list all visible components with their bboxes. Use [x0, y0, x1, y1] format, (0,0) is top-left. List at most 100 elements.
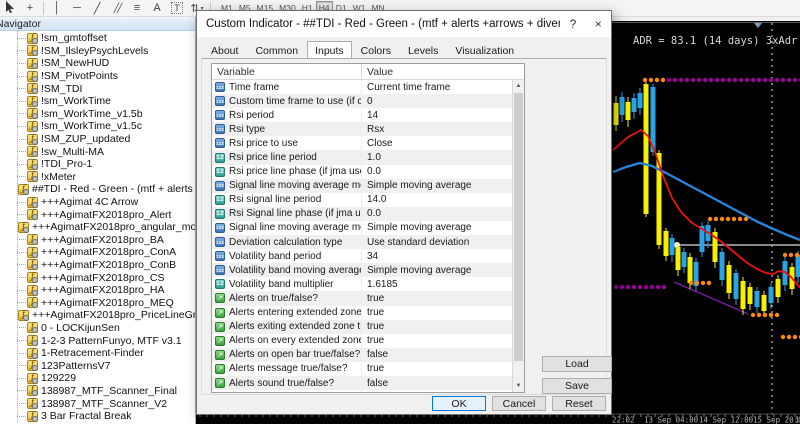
param-row[interactable]: ↗Alerts on open bar true/false?false — [212, 348, 512, 362]
tree-connector — [17, 88, 26, 89]
navigator-item[interactable]: ƒ+++AgimatFX2018pro_BA — [0, 234, 195, 247]
navigator-panel: Navigator ƒ!sm_gmtoffsetƒ!SM_IlsleyPsych… — [0, 17, 196, 424]
param-row[interactable]: ↗Alerts exiting extended zone true/false… — [212, 320, 512, 334]
load-button[interactable]: Load — [542, 356, 612, 372]
text-tool[interactable]: A — [147, 1, 167, 16]
navigator-item[interactable]: ƒ+++AgimatFX2018pro_CS — [0, 271, 195, 284]
param-row[interactable]: 123Deviation calculation typeUse standar… — [212, 235, 512, 249]
tab-levels[interactable]: Levels — [400, 42, 446, 59]
navigator-item[interactable]: ƒ!sm_WorkTime_v1.5c — [0, 120, 195, 133]
navigator-item[interactable]: ƒ129229 — [0, 372, 195, 385]
purple-signal-dot — [650, 285, 654, 289]
param-row[interactable]: 123Signal line moving average methodSimp… — [212, 179, 512, 193]
navigator-item[interactable]: ƒ!sm_gmtoffset — [0, 32, 195, 45]
purple-signal-dot — [662, 285, 666, 289]
tab-colors[interactable]: Colors — [353, 42, 399, 59]
navigator-item[interactable]: ƒ+++AgimatFX2018pro_ConA — [0, 246, 195, 259]
navigator-item[interactable]: ƒ3 Bar Fractal Break — [0, 410, 195, 423]
navigator-item[interactable]: ƒ!sm_WorkTime — [0, 95, 195, 108]
navigator-item[interactable]: ƒ!TDI_Pro-1 — [0, 158, 195, 171]
tab-visualization[interactable]: Visualization — [447, 42, 522, 59]
dialog-titlebar[interactable]: Custom Indicator - ##TDI - Red - Green -… — [197, 11, 611, 37]
candle-body — [741, 281, 746, 309]
param-value: Simple moving average — [361, 221, 512, 235]
navigator-item[interactable]: ƒ!sm_WorkTime_v1.5b — [0, 108, 195, 121]
navigator-item[interactable]: ƒ0 - LOCKijunSen — [0, 322, 195, 335]
param-row[interactable]: ↗Alerts message true/false?true — [212, 362, 512, 376]
param-row[interactable]: ↗Alerts on true/false?true — [212, 291, 512, 305]
tab-inputs[interactable]: Inputs — [307, 41, 352, 58]
param-row[interactable]: 123Volatility band period34 — [212, 249, 512, 263]
candle-body — [638, 93, 643, 108]
navigator-item[interactable]: ƒ+++AgimatFX2018pro_angular_moment — [0, 221, 195, 234]
reset-button[interactable]: Reset — [552, 396, 606, 411]
param-row[interactable]: 1.2Volatility band multiplier1.6185 — [212, 277, 512, 291]
param-row[interactable]: ↗Alerts on every extended zone breaktrue — [212, 334, 512, 348]
candle-body — [632, 98, 637, 112]
navigator-item[interactable]: ƒ!sw_Multi-MA — [0, 145, 195, 158]
crosshair-tool[interactable]: + — [20, 1, 40, 16]
navigator-item[interactable]: ƒ123PatternsV7 — [0, 359, 195, 372]
navigator-item[interactable]: ƒ!SM_NewHUD — [0, 57, 195, 70]
param-variable-label: Signal line moving average method — [229, 180, 361, 191]
tab-about[interactable]: About — [203, 42, 246, 59]
indicator-function-icon: ƒ — [27, 247, 38, 258]
param-row[interactable]: ↗Alerts sound true/false?false — [212, 376, 512, 390]
navigator-item[interactable]: ƒ1-Retracement-Finder — [0, 347, 195, 360]
purple-signal-dot — [638, 285, 642, 289]
navigator-item[interactable]: ƒ+++AgimatFX2018pro_ConB — [0, 259, 195, 272]
trendline-tool[interactable]: ╱ — [87, 1, 107, 16]
ok-button[interactable]: OK — [432, 396, 486, 411]
navigator-item[interactable]: ƒ+++AgimatFX2018pro_MEQ — [0, 296, 195, 309]
fibonacci-tool[interactable]: ≡ — [127, 1, 147, 16]
param-row[interactable]: 123Volatility band moving average method… — [212, 263, 512, 277]
navigator-item[interactable]: ƒ##TDI - Red - Green - (mtf + alerts +ar… — [0, 183, 195, 196]
channel-tool[interactable]: ╱╱ — [107, 1, 127, 16]
navigator-item-label: +++AgimatFX2018pro_MEQ — [41, 297, 174, 309]
navigator-item[interactable]: ƒ!xMeter — [0, 171, 195, 184]
cursor-tool[interactable] — [0, 1, 20, 16]
navigator-item[interactable]: ƒ+++AgimatFX2018pro_PriceLineGrid — [0, 309, 195, 322]
param-row[interactable]: 1.2Rsi Signal line phase (if jma used)0.… — [212, 207, 512, 221]
param-row[interactable]: 123Signal line moving average methodSimp… — [212, 221, 512, 235]
navigator-item-label: !sm_WorkTime_v1.5c — [41, 120, 142, 132]
param-row[interactable]: 123Time frameCurrent time frame — [212, 80, 512, 94]
close-button[interactable]: × — [586, 17, 611, 31]
param-type-int-icon: 123 — [215, 82, 225, 92]
dialog-button-row: OK Cancel Reset — [432, 396, 606, 411]
navigator-item[interactable]: ƒ!SM_PivotPoints — [0, 70, 195, 83]
param-row[interactable]: ↗Alerts entering extended zone true/fal.… — [212, 306, 512, 320]
param-row[interactable]: 1.2Rsi signal line period14.0 — [212, 193, 512, 207]
param-row[interactable]: 123Rsi price to useClose — [212, 136, 512, 150]
param-row[interactable]: 123Rsi period14 — [212, 108, 512, 122]
orange-signal-dot — [701, 281, 705, 285]
param-row[interactable]: 123Custom time frame to use (if custom t… — [212, 94, 512, 108]
scrollbar-thumb[interactable] — [514, 93, 523, 361]
help-button[interactable]: ? — [560, 17, 585, 31]
navigator-item[interactable]: ƒ!SM_TDI — [0, 82, 195, 95]
orange-signal-dot — [744, 217, 748, 221]
scroll-down-icon[interactable]: ▼ — [513, 380, 524, 392]
navigator-item[interactable]: ƒ138987_MTF_Scanner_Final — [0, 385, 195, 398]
tree-connector — [17, 290, 26, 291]
tab-common[interactable]: Common — [247, 42, 306, 59]
param-row[interactable]: ↗ — [212, 390, 512, 392]
navigator-item[interactable]: ƒ+++AgimatFX2018pro_HA — [0, 284, 195, 297]
param-row[interactable]: 1.2Rsi price line period1.0 — [212, 150, 512, 164]
horizontal-line-tool[interactable]: ─ — [67, 1, 87, 16]
navigator-item[interactable]: ƒ138987_MTF_Scanner_V2 — [0, 397, 195, 410]
navigator-item[interactable]: ƒ+++AgimatFX2018pro_Alert — [0, 208, 195, 221]
param-row[interactable]: 1.2Rsi price line phase (if jma used)0.0 — [212, 165, 512, 179]
table-scrollbar[interactable]: ▲ ▼ — [512, 80, 524, 392]
vertical-line-tool[interactable]: │ — [47, 1, 67, 16]
navigator-item[interactable]: ƒ+++Agimat 4C Arrow — [0, 196, 195, 209]
navigator-item[interactable]: ƒ!SM_IlsleyPsychLevels — [0, 45, 195, 58]
navigator-item[interactable]: ƒ1-2-3 PatternFunyo, MTF v3.1 — [0, 334, 195, 347]
param-row[interactable]: 123Rsi typeRsx — [212, 122, 512, 136]
cancel-button[interactable]: Cancel — [492, 396, 546, 411]
label-tool[interactable]: T — [167, 1, 187, 16]
save-button[interactable]: Save — [542, 378, 612, 394]
navigator-item[interactable]: ƒ!SM_ZUP_updated — [0, 133, 195, 146]
navigator-item-label: !sw_Multi-MA — [41, 146, 104, 158]
scroll-up-icon[interactable]: ▲ — [513, 80, 524, 92]
